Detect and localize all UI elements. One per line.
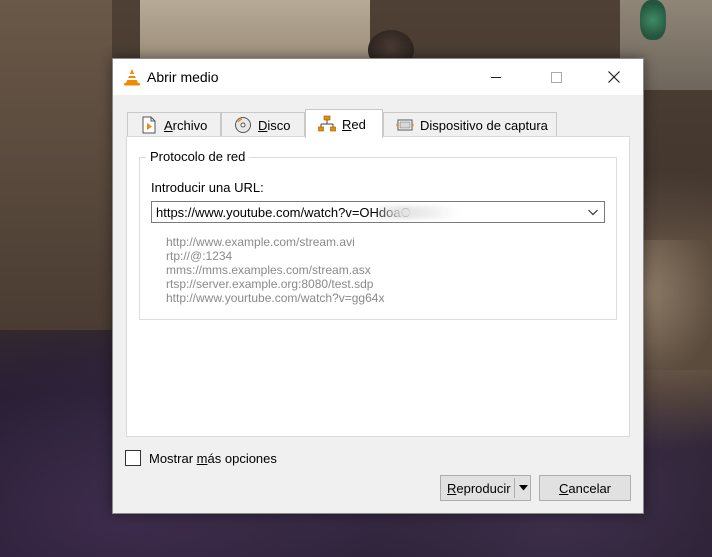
url-examples: http://www.example.com/stream.avi rtp://… bbox=[166, 235, 384, 305]
url-combobox[interactable] bbox=[151, 201, 605, 223]
open-media-dialog: Abrir medio Archivo Disco Red Dispositiv… bbox=[112, 58, 644, 514]
background-plant bbox=[640, 0, 666, 40]
cancel-button[interactable]: Cancelar bbox=[539, 475, 631, 501]
url-input[interactable] bbox=[152, 202, 582, 222]
more-options-checkbox[interactable] bbox=[125, 450, 141, 466]
tab-archivo[interactable]: Archivo bbox=[127, 112, 221, 137]
window-title: Abrir medio bbox=[147, 69, 219, 85]
minimize-icon bbox=[491, 76, 501, 78]
play-dropdown-button[interactable] bbox=[515, 476, 531, 500]
play-button[interactable]: Reproducir bbox=[440, 475, 531, 501]
network-icon bbox=[318, 115, 336, 132]
tab-disco[interactable]: Disco bbox=[221, 112, 305, 137]
minimize-button[interactable] bbox=[473, 59, 519, 95]
example-url: rtp://@:1234 bbox=[166, 249, 233, 263]
vlc-cone-icon bbox=[124, 69, 140, 86]
maximize-icon bbox=[550, 71, 562, 83]
url-label: Introducir una URL: bbox=[151, 180, 264, 195]
file-icon bbox=[142, 116, 156, 134]
chevron-down-icon[interactable] bbox=[586, 205, 600, 219]
group-title: Protocolo de red bbox=[146, 149, 250, 164]
close-icon bbox=[608, 71, 620, 83]
background-wall bbox=[0, 0, 112, 330]
tab-archivo-label: Archivo bbox=[164, 117, 208, 133]
play-button-label: Reproducir bbox=[447, 481, 511, 496]
tab-disco-label: Disco bbox=[258, 117, 291, 133]
disc-icon bbox=[235, 117, 251, 133]
example-url: rtsp://server.example.org:8080/test.sdp bbox=[166, 277, 374, 291]
background-door bbox=[140, 0, 370, 58]
close-button[interactable] bbox=[591, 59, 637, 95]
title-bar[interactable]: Abrir medio bbox=[113, 59, 643, 95]
caret-down-icon bbox=[518, 485, 528, 491]
url-redaction bbox=[378, 206, 458, 219]
tab-red[interactable]: Red bbox=[305, 109, 383, 138]
tab-bar: Archivo Disco Red Dispositivo de captura bbox=[127, 109, 637, 138]
maximize-button[interactable] bbox=[533, 59, 579, 95]
tab-panel-red: Protocolo de red Introducir una URL: htt… bbox=[126, 136, 630, 437]
more-options-row[interactable]: Mostrar más opciones bbox=[125, 449, 277, 467]
network-protocol-group: Protocolo de red Introducir una URL: htt… bbox=[139, 149, 617, 320]
example-url: mms://mms.examples.com/stream.asx bbox=[166, 263, 371, 277]
example-url: http://www.example.com/stream.avi bbox=[166, 235, 355, 249]
more-options-label: Mostrar más opciones bbox=[149, 450, 277, 466]
tab-red-label: Red bbox=[342, 116, 366, 132]
example-url: http://www.yourtube.com/watch?v=gg64x bbox=[166, 291, 385, 305]
cancel-button-label: Cancelar bbox=[558, 480, 612, 496]
tab-dispositivo-captura[interactable]: Dispositivo de captura bbox=[383, 112, 557, 137]
tab-dispositivo-captura-label: Dispositivo de captura bbox=[420, 117, 548, 133]
capture-device-icon bbox=[396, 119, 414, 131]
